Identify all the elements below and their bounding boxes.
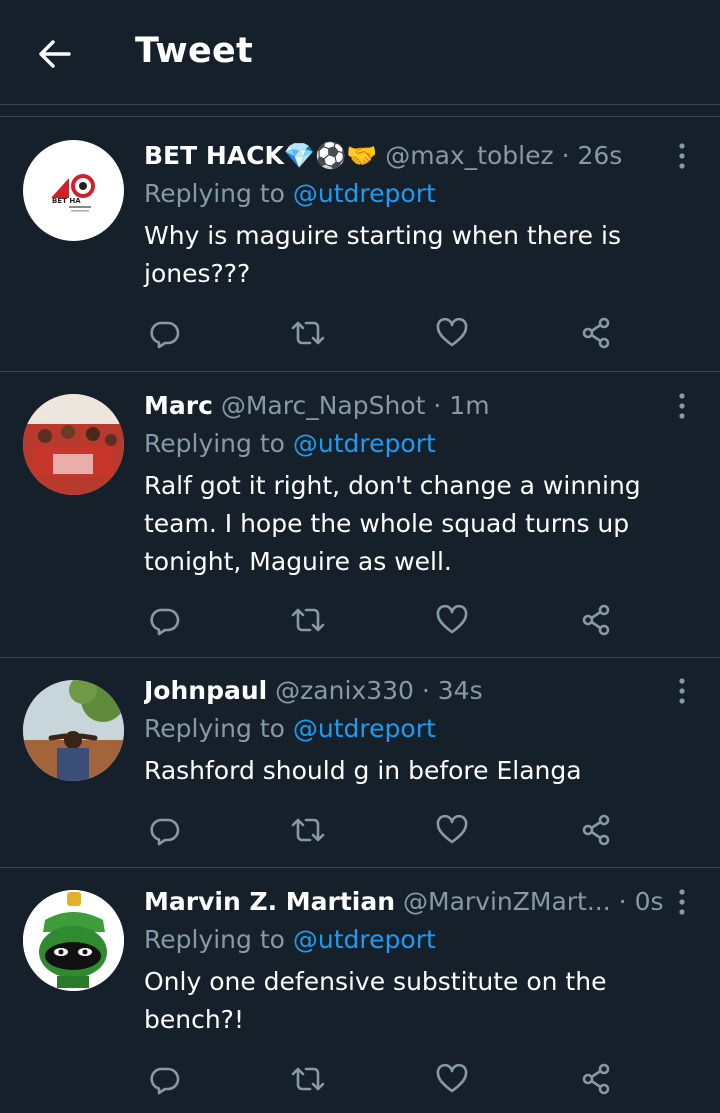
avatar[interactable] <box>23 394 124 495</box>
retweet-button[interactable] <box>288 810 328 850</box>
share-button[interactable] <box>576 810 616 850</box>
page-title: Tweet <box>135 31 254 71</box>
replying-to: Replying to @utdreport <box>144 177 680 211</box>
separator-dot: · <box>421 676 430 705</box>
reply-button[interactable] <box>144 313 184 353</box>
tweet[interactable]: Marc @Marc_NapShot · 1m Replying to @utd… <box>0 372 720 658</box>
user-handle[interactable]: @Marc_NapShot <box>221 391 426 420</box>
share-icon <box>582 317 610 349</box>
timestamp[interactable]: 1m <box>449 391 489 420</box>
avatar[interactable] <box>23 890 124 991</box>
user-handle[interactable]: @zanix330 <box>275 676 414 705</box>
display-name[interactable]: Marc <box>144 391 213 420</box>
tweet-meta: BET HACK💎⚽🤝 @max_toblez · 26s <box>144 139 680 173</box>
mention-link[interactable]: @utdreport <box>293 925 436 954</box>
tweet[interactable]: BET HA BET HACK💎⚽🤝 @max_toblez · 26s Rep… <box>0 117 720 372</box>
tweet-meta: Marvin Z. Martian @MarvinZMart... · 0s <box>144 885 680 919</box>
avatar-photo <box>23 680 124 781</box>
replying-label: Replying to <box>144 714 285 743</box>
avatar-photo <box>23 890 124 991</box>
separator-dot: · <box>618 887 627 916</box>
tweet-text: Only one defensive substitute on the ben… <box>144 967 607 1034</box>
timestamp[interactable]: 34s <box>438 676 483 705</box>
replying-to: Replying to @utdreport <box>144 427 680 461</box>
retweet-button[interactable] <box>288 313 328 353</box>
reply-icon <box>150 1067 180 1095</box>
reply-button[interactable] <box>144 810 184 850</box>
more-vertical-icon <box>679 889 685 915</box>
retweet-icon <box>291 1067 325 1091</box>
retweet-icon <box>291 608 325 632</box>
share-button[interactable] <box>576 1059 616 1099</box>
reply-button[interactable] <box>144 600 184 640</box>
timestamp[interactable]: 0s <box>635 887 664 916</box>
like-button[interactable] <box>432 810 472 850</box>
avatar[interactable]: BET HA <box>23 140 124 241</box>
top-bar: Tweet <box>0 0 720 105</box>
share-icon <box>582 1063 610 1095</box>
separator-dot: · <box>433 391 442 420</box>
tweet-actions <box>144 810 614 850</box>
replying-label: Replying to <box>144 925 285 954</box>
replying-to: Replying to @utdreport <box>144 712 680 746</box>
retweet-button[interactable] <box>288 1059 328 1099</box>
share-icon <box>582 604 610 636</box>
timestamp[interactable]: 26s <box>577 141 622 170</box>
tweet-meta: Johnpaul @zanix330 · 34s <box>144 674 680 708</box>
display-name[interactable]: Marvin Z. Martian <box>144 887 395 916</box>
replying-label: Replying to <box>144 429 285 458</box>
more-options-button[interactable] <box>668 674 696 708</box>
more-vertical-icon <box>679 678 685 704</box>
more-vertical-icon <box>679 143 685 169</box>
tweet-text: Ralf got it right, don't change a winnin… <box>144 471 641 576</box>
share-button[interactable] <box>576 600 616 640</box>
tweet-meta: Marc @Marc_NapShot · 1m <box>144 389 680 423</box>
heart-icon <box>436 1064 468 1093</box>
retweet-button[interactable] <box>288 600 328 640</box>
like-button[interactable] <box>432 1059 472 1099</box>
retweet-icon <box>291 321 325 345</box>
reply-button[interactable] <box>144 1059 184 1099</box>
avatar-photo <box>23 394 124 495</box>
heart-icon <box>436 815 468 844</box>
tweet-text: Why is maguire starting when there is jo… <box>144 221 621 288</box>
heart-icon <box>436 605 468 634</box>
heart-icon <box>436 318 468 347</box>
tweet-actions <box>144 313 614 353</box>
display-name[interactable]: Johnpaul <box>144 676 267 705</box>
like-button[interactable] <box>432 600 472 640</box>
replying-to: Replying to @utdreport <box>144 923 680 957</box>
tweet-actions <box>144 600 614 640</box>
bet-hack-logo: BET HA <box>51 174 95 212</box>
user-handle[interactable]: @MarvinZMart... <box>403 887 611 916</box>
reply-icon <box>150 818 180 846</box>
reply-icon <box>150 321 180 349</box>
replying-label: Replying to <box>144 179 285 208</box>
display-name[interactable]: BET HACK💎⚽🤝 <box>144 141 377 170</box>
arrow-left-icon <box>39 40 71 68</box>
avatar-logo-text: BET HA <box>52 197 81 205</box>
more-options-button[interactable] <box>668 389 696 423</box>
retweet-icon <box>291 818 325 842</box>
tweet[interactable]: Johnpaul @zanix330 · 34s Replying to @ut… <box>0 658 720 868</box>
back-button[interactable] <box>34 34 74 74</box>
reply-icon <box>150 608 180 636</box>
tweet[interactable]: Marvin Z. Martian @MarvinZMart... · 0s R… <box>0 868 720 1113</box>
more-options-button[interactable] <box>668 885 696 919</box>
avatar[interactable] <box>23 680 124 781</box>
share-button[interactable] <box>576 313 616 353</box>
like-button[interactable] <box>432 313 472 353</box>
separator-dot: · <box>561 141 570 170</box>
mention-link[interactable]: @utdreport <box>293 179 436 208</box>
user-handle[interactable]: @max_toblez <box>385 141 553 170</box>
mention-link[interactable]: @utdreport <box>293 714 436 743</box>
more-options-button[interactable] <box>668 139 696 173</box>
tweet-actions <box>144 1059 614 1099</box>
share-icon <box>582 814 610 846</box>
more-vertical-icon <box>679 393 685 419</box>
tweet-text: Rashford should g in before Elanga <box>144 756 582 785</box>
mention-link[interactable]: @utdreport <box>293 429 436 458</box>
